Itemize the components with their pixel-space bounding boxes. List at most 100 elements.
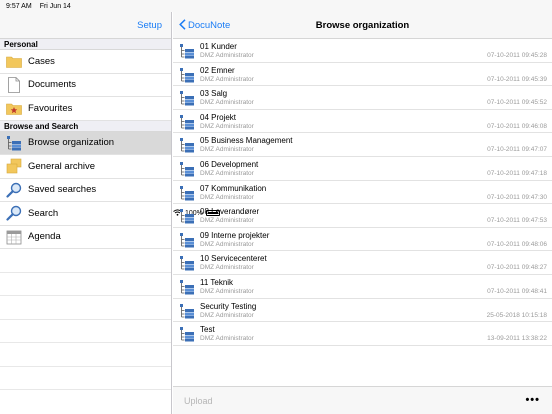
tree-icon bbox=[179, 114, 195, 130]
magnifier-icon bbox=[6, 205, 22, 221]
list-item[interactable]: 06 Development DMZ Administrator 07-10-201… bbox=[173, 157, 552, 181]
empty-row bbox=[0, 296, 171, 320]
list-item-title: 04 Projekt bbox=[200, 112, 237, 122]
list-item-title: 10 Servicecenteret bbox=[200, 254, 267, 264]
tree-icon bbox=[179, 161, 195, 177]
sidebar-item-agenda[interactable]: Agenda bbox=[0, 226, 171, 249]
empty-row bbox=[0, 320, 171, 343]
upload-button[interactable]: Upload bbox=[184, 387, 213, 414]
sidebar-nav-bar: Setup bbox=[0, 12, 171, 39]
list-item[interactable]: 04 Projekt DMZ Administrator 07-10-2011 09… bbox=[173, 110, 552, 134]
status-time: 9:57 AM bbox=[6, 2, 32, 10]
sidebar-item-label: Documents bbox=[28, 79, 77, 91]
status-date: Fri Jun 14 bbox=[39, 2, 71, 10]
list-item-title: Test bbox=[200, 325, 215, 335]
list-item-owner: DMZ Administrator bbox=[200, 146, 254, 154]
magnifier-icon bbox=[6, 182, 22, 198]
main-nav-bar: DocuNote Browse organization bbox=[173, 12, 552, 39]
calendar-icon bbox=[6, 229, 22, 245]
sidebar-item-search[interactable]: Search bbox=[0, 202, 171, 226]
sidebar: Setup Personal Cases Documents Favourite… bbox=[0, 12, 172, 414]
list-item-owner: DMZ Administrator bbox=[200, 75, 254, 83]
list-item-title: 01 Kunder bbox=[200, 42, 237, 51]
list-item-title: 09 Interne projekter bbox=[200, 230, 270, 240]
more-button[interactable]: ••• bbox=[525, 387, 540, 413]
tree-icon bbox=[179, 185, 195, 201]
list-item-date: 13-09-2011 13:38:22 bbox=[487, 335, 547, 343]
empty-row bbox=[0, 367, 171, 390]
empty-row bbox=[0, 249, 171, 273]
list-item-date: 07-10-2011 09:48:06 bbox=[487, 240, 547, 248]
list-item-title: 03 Salg bbox=[200, 89, 228, 99]
list-item-date: 25-05-2018 10:15:18 bbox=[486, 311, 547, 319]
section-header-browse-search: Browse and Search bbox=[0, 120, 171, 132]
list-item-date: 07-10-2011 09:47:30 bbox=[487, 193, 547, 201]
list-item-owner: DMZ Administrator bbox=[200, 287, 254, 295]
list-item-date: 07-10-2011 09:48:41 bbox=[487, 287, 547, 295]
list-item[interactable]: Test DMZ Administrator 13-09-2011 13:38:22 bbox=[173, 322, 552, 346]
document-icon bbox=[6, 76, 22, 93]
tree-icon bbox=[6, 135, 22, 151]
list-item[interactable]: 11 Teknik DMZ Administrator 07-10-2011 09:… bbox=[173, 275, 552, 299]
list-item-owner: DMZ Administrator bbox=[200, 52, 254, 59]
list-item[interactable]: 05 Business Management DMZ Administrator 0… bbox=[173, 133, 552, 157]
list-item[interactable]: 01 Kunder DMZ Administrator 07-10-2011 09:… bbox=[173, 39, 552, 63]
list-item[interactable]: 09 Interne projekter DMZ Administrator 07-… bbox=[173, 228, 552, 252]
sidebar-item-browse-organization[interactable]: Browse organization bbox=[0, 131, 171, 155]
list-item-title: 05 Business Management bbox=[200, 136, 293, 146]
archive-icon bbox=[6, 158, 22, 174]
list-item-owner: DMZ Administrator bbox=[200, 240, 254, 248]
tree-icon bbox=[179, 208, 195, 224]
list-item-title: 06 Development bbox=[200, 159, 259, 169]
bottom-toolbar: Upload ••• bbox=[173, 386, 552, 414]
chevron-left-icon bbox=[179, 19, 186, 32]
list-item-owner: DMZ Administrator bbox=[200, 335, 254, 343]
organization-list: 01 Kunder DMZ Administrator 07-10-2011 09:… bbox=[173, 39, 552, 386]
sidebar-item-general-archive[interactable]: General archive bbox=[0, 155, 171, 179]
list-item[interactable]: 08 Leverandører DMZ Administrator 07-10-20… bbox=[173, 204, 552, 228]
tree-icon bbox=[179, 67, 195, 83]
tree-icon bbox=[179, 326, 195, 342]
list-item[interactable]: 07 Kommunikation DMZ Administrator 07-10-2… bbox=[173, 181, 552, 205]
list-item-owner: DMZ Administrator bbox=[200, 122, 254, 130]
list-item-date: 07-10-2011 09:45:28 bbox=[487, 52, 547, 59]
list-item-title: 02 Emner bbox=[200, 65, 235, 75]
sidebar-item-label: Browse organization bbox=[28, 137, 115, 149]
list-item-owner: DMZ Administrator bbox=[200, 99, 254, 107]
list-item-owner: DMZ Administrator bbox=[200, 193, 254, 201]
sidebar-item-label: Favourites bbox=[28, 102, 73, 114]
list-item-owner: DMZ Administrator bbox=[200, 217, 254, 225]
sidebar-item-label: Agenda bbox=[28, 231, 61, 243]
list-item-owner: DMZ Administrator bbox=[200, 311, 254, 319]
empty-row bbox=[0, 343, 171, 367]
sidebar-item-favourites[interactable]: Favourites bbox=[0, 97, 171, 121]
list-item[interactable]: Security Testing DMZ Administrator 25-05-2… bbox=[173, 299, 552, 323]
sidebar-item-documents[interactable]: Documents bbox=[0, 74, 171, 97]
tree-icon bbox=[179, 137, 195, 153]
list-item-date: 07-10-2011 09:46:08 bbox=[487, 122, 547, 130]
list-item-date: 07-10-2011 09:48:27 bbox=[487, 264, 547, 272]
sidebar-item-cases[interactable]: Cases bbox=[0, 50, 171, 74]
list-item-date: 07-10-2011 09:47:07 bbox=[487, 146, 547, 154]
list-item-title: 07 Kommunikation bbox=[200, 183, 267, 193]
list-item-date: 07-10-2011 09:47:18 bbox=[487, 169, 547, 177]
tree-icon bbox=[179, 279, 195, 295]
sidebar-item-label: Saved searches bbox=[28, 184, 97, 196]
list-item-owner: DMZ Administrator bbox=[200, 264, 254, 272]
sidebar-item-label: Cases bbox=[28, 55, 55, 67]
list-item-date: 07-10-2011 09:45:39 bbox=[487, 75, 547, 83]
list-item[interactable]: 03 Salg DMZ Administrator 07-10-2011 09:45… bbox=[173, 86, 552, 110]
list-item-date: 07-10-2011 09:47:53 bbox=[487, 217, 547, 225]
list-item[interactable]: 02 Emner DMZ Administrator 07-10-2011 09:4… bbox=[173, 63, 552, 87]
status-bar: 9:57 AM Fri Jun 14 100% bbox=[0, 0, 552, 217]
setup-button[interactable]: Setup bbox=[137, 20, 162, 31]
screen: 9:57 AM Fri Jun 14 100% Setup Personal C… bbox=[0, 0, 552, 414]
tree-icon bbox=[179, 43, 195, 59]
list-item-date: 07-10-2011 09:45:52 bbox=[487, 99, 547, 107]
sidebar-item-saved-searches[interactable]: Saved searches bbox=[0, 179, 171, 202]
list-item[interactable]: 10 Servicecenteret DMZ Administrator 07-10… bbox=[173, 251, 552, 275]
favourites-folder-icon bbox=[6, 100, 22, 116]
back-button[interactable]: DocuNote bbox=[179, 12, 230, 39]
tree-icon bbox=[179, 303, 195, 319]
sidebar-item-label: Search bbox=[28, 207, 59, 219]
